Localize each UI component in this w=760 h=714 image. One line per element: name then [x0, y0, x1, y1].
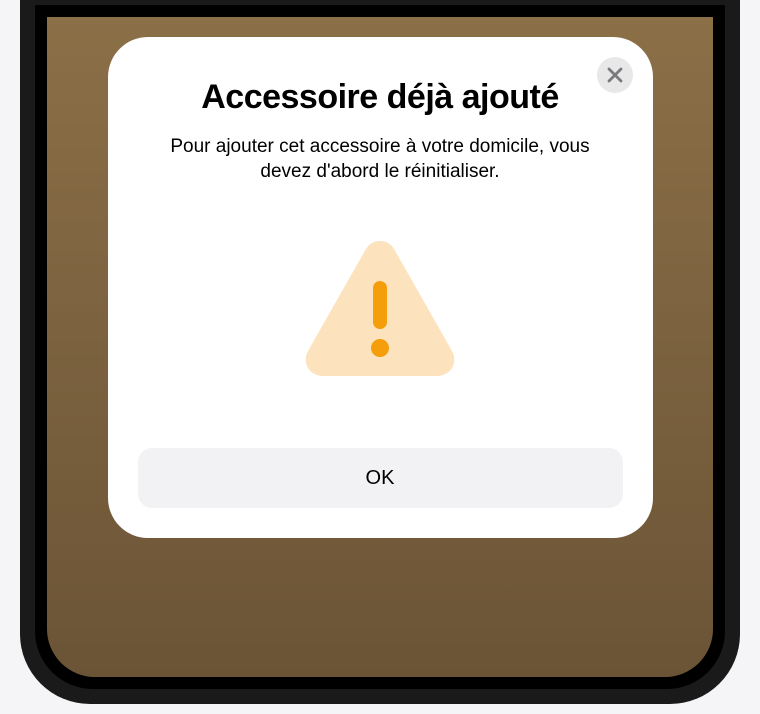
phone-frame: Accessoire déjà ajouté Pour ajouter cet … [20, 0, 740, 704]
ok-button[interactable]: OK [138, 448, 623, 508]
alert-modal: Accessoire déjà ajouté Pour ajouter cet … [108, 37, 653, 538]
warning-icon [300, 233, 460, 388]
modal-title: Accessoire déjà ajouté [201, 77, 559, 118]
phone-inner: Accessoire déjà ajouté Pour ajouter cet … [35, 5, 725, 689]
close-button[interactable] [597, 57, 633, 93]
screen: Accessoire déjà ajouté Pour ajouter cet … [47, 17, 713, 677]
modal-body: Pour ajouter cet accessoire à votre domi… [150, 134, 610, 185]
close-icon [607, 67, 623, 83]
